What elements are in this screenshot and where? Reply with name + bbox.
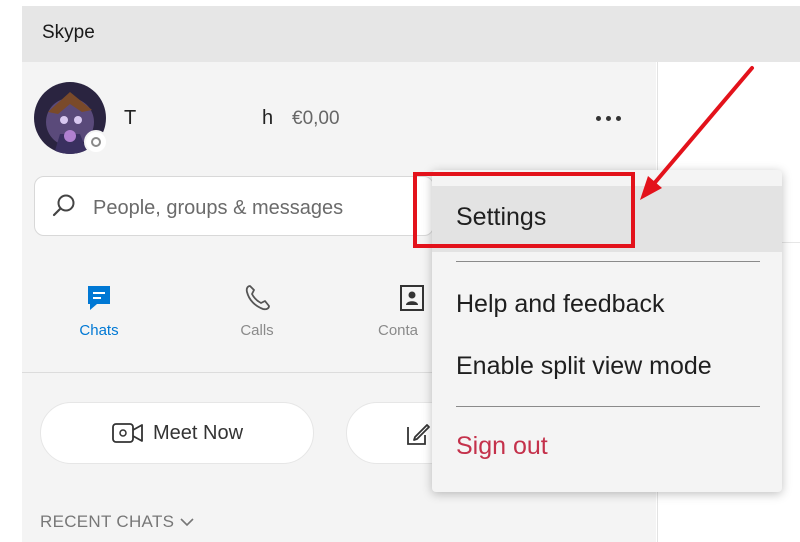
annotation-arrow [640, 66, 754, 200]
